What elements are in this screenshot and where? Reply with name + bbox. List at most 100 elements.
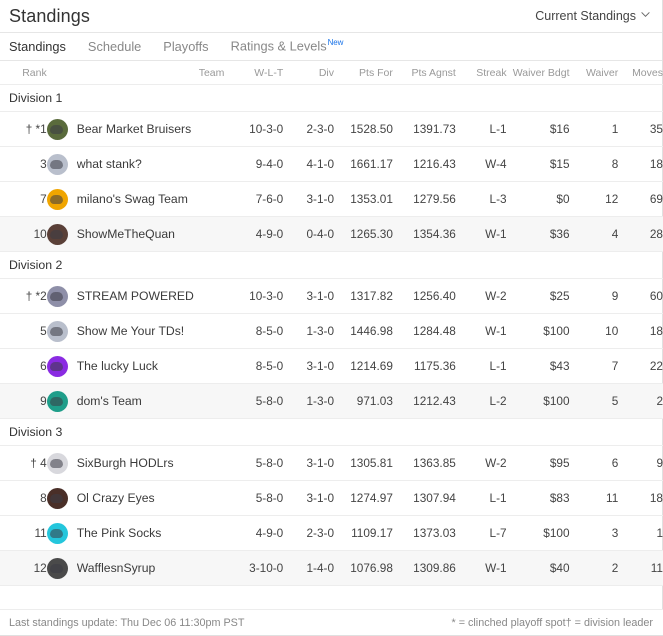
page-header: Standings Current Standings — [0, 0, 662, 33]
table-row[interactable]: † *2 STREAM POWERED 10-3-0 3-1-0 1317.82 1256… — [0, 278, 663, 314]
cell-waiver-bdgt: $36 — [506, 216, 570, 252]
team-avatar-helmet-gold[interactable] — [46, 452, 68, 474]
table-row[interactable]: 9 dom's Team 5-8-0 1-3-0 971.03 1212.43 L-2 $10… — [0, 383, 663, 419]
team-avatar-bear[interactable] — [46, 118, 68, 140]
cell-div: 1-3-0 — [283, 383, 335, 419]
cell-wlt: 10-3-0 — [224, 278, 284, 314]
cell-rank: † 4 — [0, 445, 47, 481]
table-row[interactable]: 3 what stank? 9-4-0 4-1-0 1661.17 1216.43 W-4 $… — [0, 146, 663, 182]
table-row[interactable]: † *1 Bear Market Bruisers 10-3-0 2-3-0 1528.… — [0, 111, 663, 147]
standings-view-label: Current Standings — [535, 9, 636, 23]
table-header-row: Rank Team W-L-T Div Pts For Pts Agnst St… — [0, 61, 663, 85]
team-avatar-helmet[interactable] — [46, 153, 68, 175]
standings-view-select[interactable]: Current Standings — [535, 9, 650, 23]
team-name-link[interactable]: ShowMeTheQuan — [77, 227, 175, 241]
table-row[interactable]: 12 WafflesnSyrup 3-10-0 1-4-0 1076.98 1309.86… — [0, 550, 663, 586]
cell-streak: L-1 — [455, 480, 507, 516]
team-cell: what stank? — [46, 153, 225, 175]
standings-table-body: Division 1 † *1 Bear Market Bruisers 10-3-0… — [0, 84, 663, 586]
division-name: Division 3 — [0, 418, 663, 446]
table-row[interactable]: 10 ShowMeTheQuan 4-9-0 0-4-0 1265.30 1354.36 W… — [0, 216, 663, 252]
cell-streak: W-2 — [455, 278, 507, 314]
tab-playoffs[interactable]: Playoffs — [163, 39, 208, 55]
cell-wlt: 8-5-0 — [224, 313, 284, 349]
table-row[interactable]: 7 milano's Swag Team 7-6-0 3-1-0 1353.01 1279… — [0, 181, 663, 217]
column-header-pts-for[interactable]: Pts For — [334, 61, 393, 85]
column-header-team[interactable]: Team — [46, 61, 225, 85]
column-header-rank[interactable]: Rank — [0, 61, 47, 85]
table-row[interactable]: 11 The Pink Socks 4-9-0 2-3-0 1109.17 1373.03… — [0, 515, 663, 551]
table-row[interactable]: 8 Ol Crazy Eyes 5-8-0 3-1-0 1274.97 1307.94 L-… — [0, 480, 663, 516]
team-name-link[interactable]: SixBurgh HODLrs — [77, 456, 174, 470]
column-header-streak[interactable]: Streak — [455, 61, 507, 85]
team-cell: milano's Swag Team — [46, 188, 225, 210]
cell-team: what stank? — [46, 146, 225, 182]
cell-wlt: 10-3-0 — [224, 111, 284, 147]
team-cell: WafflesnSyrup — [46, 557, 225, 579]
cell-wlt: 8-5-0 — [224, 348, 284, 384]
team-avatar-photo[interactable] — [46, 223, 68, 245]
team-cell: STREAM POWERED — [46, 285, 225, 307]
tab-standings-label: Standings — [9, 38, 66, 54]
column-header-waiver-bdgt[interactable]: Waiver Bdgt — [506, 61, 570, 85]
team-name-link[interactable]: milano's Swag Team — [77, 192, 188, 206]
legend-division-leader: † = division leader — [565, 616, 653, 629]
team-avatar-helmet-pink[interactable] — [46, 522, 68, 544]
tab-schedule[interactable]: Schedule — [88, 39, 141, 55]
table-row[interactable]: 6 The lucky Luck 8-5-0 3-1-0 1214.69 1175.36 L… — [0, 348, 663, 384]
team-avatar-helmet-violet[interactable] — [46, 355, 68, 377]
team-name-link[interactable]: The Pink Socks — [77, 526, 162, 540]
cell-waiver-bdgt: $100 — [506, 383, 570, 419]
cell-pts-agnst: 1216.43 — [392, 146, 456, 182]
column-header-waiver[interactable]: Waiver — [569, 61, 619, 85]
legend-clinched: * = clinched playoff spot — [451, 616, 566, 629]
column-header-moves[interactable]: Moves — [618, 61, 663, 85]
team-avatar-helmet-purple[interactable] — [46, 188, 68, 210]
team-avatar-horse[interactable] — [46, 285, 68, 307]
cell-wlt: 5-8-0 — [224, 383, 284, 419]
cell-streak: L-1 — [455, 348, 507, 384]
table-row[interactable]: 5 Show Me Your TDs! 8-5-0 1-3-0 1446.98 1284.… — [0, 313, 663, 349]
cell-rank: 10 — [0, 216, 47, 252]
cell-waiver-bdgt: $100 — [506, 515, 570, 551]
cell-waiver: 2 — [569, 550, 619, 586]
team-avatar-photo[interactable] — [46, 487, 68, 509]
cell-moves: 18 — [618, 313, 663, 349]
cell-waiver: 10 — [569, 313, 619, 349]
cell-pts-for: 1305.81 — [334, 445, 393, 481]
team-name-link[interactable]: WafflesnSyrup — [77, 561, 156, 575]
team-name-link[interactable]: The lucky Luck — [77, 359, 158, 373]
division-name: Division 1 — [0, 84, 663, 112]
column-header-wlt[interactable]: W-L-T — [224, 61, 284, 85]
cell-team: dom's Team — [46, 383, 225, 419]
tab-standings[interactable]: Standings — [9, 39, 66, 55]
team-name-link[interactable]: STREAM POWERED — [77, 289, 194, 303]
team-avatar-helmet-dark[interactable] — [46, 557, 68, 579]
cell-waiver-bdgt: $100 — [506, 313, 570, 349]
team-cell: The Pink Socks — [46, 522, 225, 544]
team-avatar-helmet[interactable] — [46, 320, 68, 342]
table-row[interactable]: † 4 SixBurgh HODLrs 5-8-0 3-1-0 1305.81 1363.… — [0, 445, 663, 481]
team-name-link[interactable]: what stank? — [77, 157, 142, 171]
cell-team: SixBurgh HODLrs — [46, 445, 225, 481]
table-footer: Last standings update: Thu Dec 06 11:30p… — [0, 609, 663, 635]
team-cell: SixBurgh HODLrs — [46, 452, 225, 474]
cell-pts-for: 1353.01 — [334, 181, 393, 217]
team-name-link[interactable]: Show Me Your TDs! — [77, 324, 184, 338]
cell-waiver: 11 — [569, 480, 619, 516]
team-cell: Ol Crazy Eyes — [46, 487, 225, 509]
cell-wlt: 7-6-0 — [224, 181, 284, 217]
cell-waiver: 6 — [569, 445, 619, 481]
tab-ratings-levels[interactable]: Ratings & LevelsNew — [231, 38, 344, 54]
column-header-div[interactable]: Div — [283, 61, 335, 85]
team-avatar-helmet-red[interactable] — [46, 390, 68, 412]
cell-team: Bear Market Bruisers — [46, 111, 225, 147]
team-name-link[interactable]: dom's Team — [77, 394, 142, 408]
column-header-pts-agnst[interactable]: Pts Agnst — [392, 61, 456, 85]
team-name-link[interactable]: Ol Crazy Eyes — [77, 491, 155, 505]
team-name-link[interactable]: Bear Market Bruisers — [77, 122, 191, 136]
cell-wlt: 4-9-0 — [224, 515, 284, 551]
cell-pts-agnst: 1373.03 — [392, 515, 456, 551]
cell-moves: 11 — [618, 550, 663, 586]
cell-div: 1-3-0 — [283, 313, 335, 349]
